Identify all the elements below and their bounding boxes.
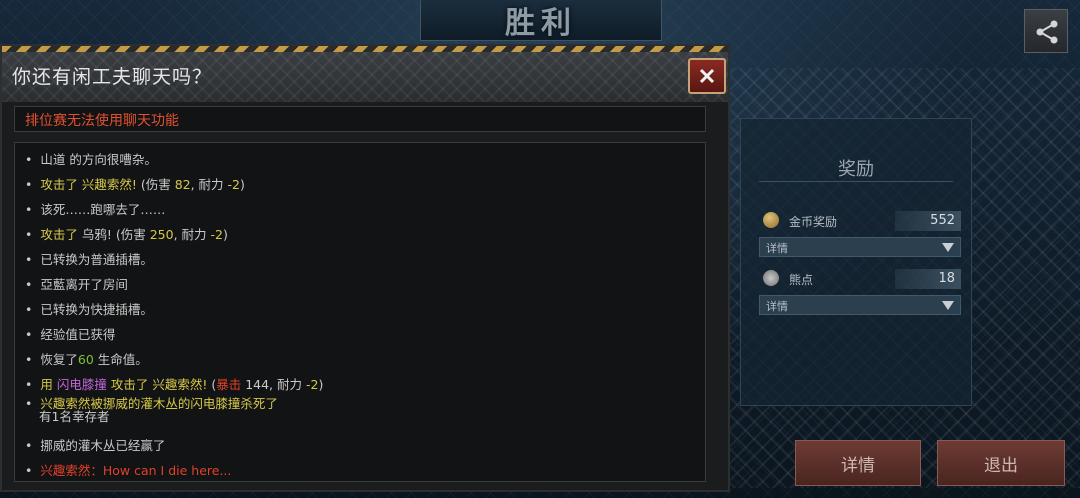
bear-points-label: 熊点 bbox=[789, 273, 814, 287]
log-line: • 兴趣索然：How can I die here... bbox=[25, 463, 232, 478]
bear-detail-dropdown[interactable]: 详情 bbox=[759, 295, 961, 315]
gold-reward-label: 金币奖励 bbox=[789, 215, 838, 229]
details-button[interactable]: 详情 bbox=[795, 440, 921, 486]
log-line: • 挪威的灌木丛已经赢了 bbox=[25, 438, 166, 453]
log-line: • 兴趣索然被挪威的灌木丛的闪电膝撞杀死了 有1名幸存者 bbox=[25, 396, 278, 424]
exit-button[interactable]: 退出 bbox=[937, 440, 1065, 486]
log-line: • 攻击了 乌鸦! (伤害 250, 耐力 -2) bbox=[25, 227, 228, 242]
victory-banner: 胜利 bbox=[420, 0, 662, 41]
gold-detail-label: 详情 bbox=[766, 242, 788, 255]
reward-panel: 奖励 金币奖励 552 详情 熊点 18 详情 bbox=[740, 118, 972, 406]
chevron-down-icon bbox=[942, 301, 954, 310]
gold-reward-row: 金币奖励 552 bbox=[759, 211, 961, 231]
gold-reward-value: 552 bbox=[895, 211, 961, 231]
log-line: • 用 闪电膝撞 攻击了 兴趣索然! (暴击 144, 耐力 -2) bbox=[25, 377, 324, 392]
coin-icon bbox=[763, 212, 779, 228]
reward-divider bbox=[759, 181, 953, 182]
bear-points-value: 18 bbox=[895, 269, 961, 289]
close-icon bbox=[699, 68, 715, 84]
chat-disabled-text: 排位赛无法使用聊天功能 bbox=[25, 113, 179, 129]
close-button[interactable] bbox=[688, 58, 726, 94]
bear-paw-icon bbox=[763, 270, 779, 286]
reward-title: 奖励 bbox=[838, 159, 874, 180]
log-line: • 已转换为快捷插槽。 bbox=[25, 302, 153, 317]
bear-detail-label: 详情 bbox=[766, 300, 788, 313]
chat-log[interactable]: • 山道 的方向很嘈杂。 • 攻击了 兴趣索然! (伤害 82, 耐力 -2) • 该… bbox=[14, 142, 706, 482]
share-icon bbox=[1036, 20, 1058, 44]
log-line: • 攻击了 兴趣索然! (伤害 82, 耐力 -2) bbox=[25, 177, 245, 192]
log-line: • 恢复了60 生命值。 bbox=[25, 352, 148, 367]
log-line: • 山道 的方向很嘈杂。 bbox=[25, 152, 157, 167]
chat-dialog: 你还有闲工夫聊天吗？ 排位赛无法使用聊天功能 • 山道 的方向很嘈杂。 • 攻击了 … bbox=[0, 44, 730, 492]
chevron-down-icon bbox=[942, 243, 954, 252]
bear-points-row: 熊点 18 bbox=[759, 269, 961, 289]
log-line: • 该死……跑哪去了…… bbox=[25, 202, 166, 217]
victory-title: 胜利 bbox=[505, 6, 577, 41]
chat-disabled-notice: 排位赛无法使用聊天功能 bbox=[14, 106, 706, 132]
log-line: • 已转换为普通插槽。 bbox=[25, 252, 153, 267]
log-line: • 亞藍离开了房间 bbox=[25, 277, 128, 292]
gold-detail-dropdown[interactable]: 详情 bbox=[759, 237, 961, 257]
dialog-title: 你还有闲工夫聊天吗？ bbox=[12, 66, 213, 88]
share-button[interactable] bbox=[1024, 9, 1068, 53]
dialog-header: 你还有闲工夫聊天吗？ bbox=[2, 52, 728, 102]
log-line: • 经验值已获得 bbox=[25, 327, 116, 342]
